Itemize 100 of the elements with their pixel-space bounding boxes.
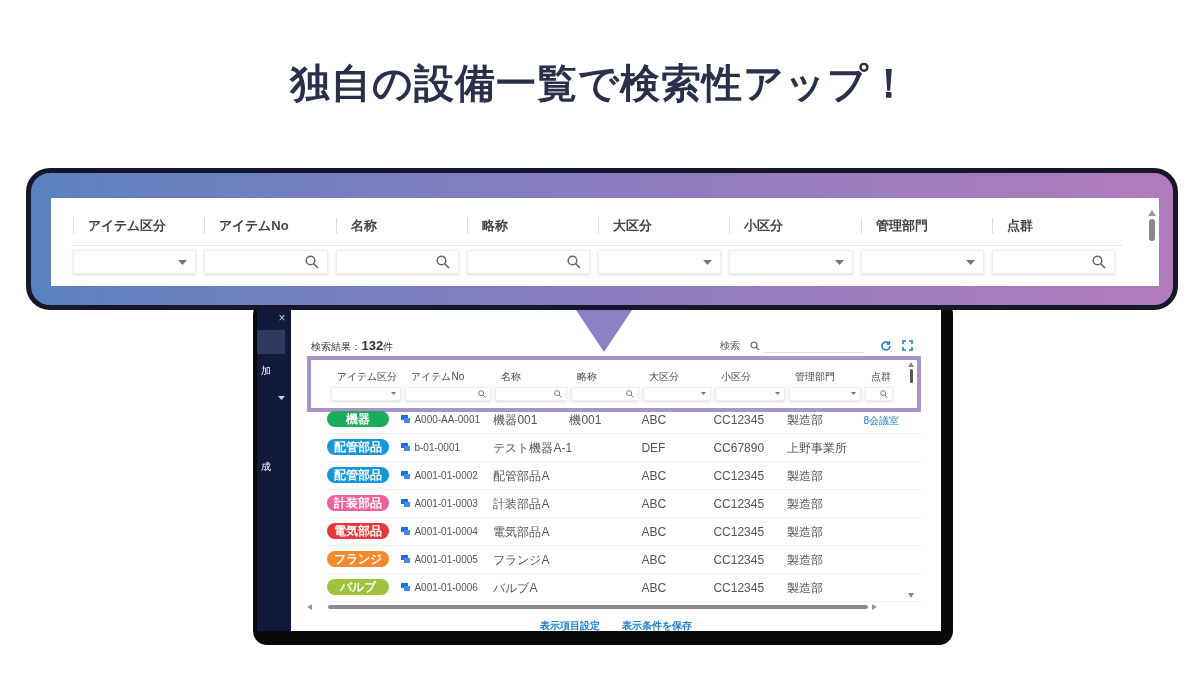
table-cell: 製造部 <box>787 413 824 427</box>
chat-icon[interactable] <box>401 443 411 451</box>
table-cell: 機器001 <box>493 413 538 427</box>
item-number: A001-01-0003 <box>414 496 478 511</box>
table-cell: フランジA <box>493 553 550 567</box>
filter-field[interactable] <box>571 386 640 401</box>
chat-icon[interactable] <box>401 415 411 423</box>
category-badge: フランジ <box>327 551 390 567</box>
search-icon[interactable] <box>554 389 563 398</box>
table-cell: 製造部 <box>787 581 824 595</box>
scroll-right-icon[interactable] <box>872 603 878 610</box>
category-badge: 配管部品 <box>327 467 390 483</box>
category-badge: 計装部品 <box>327 495 390 511</box>
column-header: 大区分 <box>648 369 681 384</box>
table-cell: CC12345 <box>713 469 765 483</box>
table-cell: CC12345 <box>713 525 765 539</box>
search-icon[interactable] <box>567 255 581 269</box>
scroll-up-icon[interactable] <box>1148 210 1156 216</box>
item-number: A001-01-0004 <box>414 524 478 539</box>
search-icon[interactable] <box>1092 255 1106 269</box>
caret-icon[interactable] <box>278 396 286 400</box>
close-icon[interactable]: × <box>278 312 286 324</box>
column-header: 略称 <box>576 369 599 384</box>
table-cell: ABC <box>641 581 667 595</box>
category-badge: 電気部品 <box>327 523 390 539</box>
horizontal-scrollbar[interactable] <box>328 604 869 609</box>
chat-icon[interactable] <box>401 499 411 507</box>
table-cell: 上野事業所 <box>787 441 848 455</box>
filter-field[interactable] <box>991 250 1115 274</box>
item-number: A000-AA-0001 <box>414 412 481 427</box>
filter-field[interactable] <box>495 386 568 401</box>
column-header: アイテム区分 <box>88 216 166 235</box>
table-cell: 機001 <box>569 413 602 427</box>
item-number: A001-01-0005 <box>414 552 478 567</box>
category-badge: バルブ <box>327 579 390 595</box>
footer-link[interactable]: 表示項目設定 <box>540 617 601 633</box>
table-cell: ABC <box>641 525 667 539</box>
scroll-up-icon[interactable] <box>908 361 914 367</box>
table-cell: 製造部 <box>787 525 824 539</box>
column-header: 名称 <box>350 216 377 235</box>
search-icon[interactable] <box>626 389 635 398</box>
table-cell: 配管部品A <box>493 469 550 483</box>
scroll-down-icon[interactable] <box>908 592 914 598</box>
table-cell: CC12345 <box>713 553 765 567</box>
filter-field[interactable] <box>405 386 492 401</box>
table-cell: CC67890 <box>713 441 765 455</box>
table-cell: DEF <box>641 441 666 455</box>
filter-field[interactable] <box>335 250 459 274</box>
item-number: b-01-0001 <box>414 440 461 455</box>
sidebar-item[interactable]: 成 <box>257 454 292 478</box>
headline: 独自の設備一覧で検索性アップ！ <box>290 60 910 107</box>
callout-pointer <box>576 310 632 352</box>
table-cell: CC12345 <box>713 497 765 511</box>
column-header: 点群 <box>1006 216 1033 235</box>
search-icon[interactable] <box>478 389 487 398</box>
search-label: 検索 <box>720 339 740 354</box>
point-cloud-link[interactable]: 8会議室 <box>863 415 899 426</box>
table-cell: 製造部 <box>787 497 824 511</box>
scrollbar-thumb[interactable] <box>1149 219 1155 241</box>
item-number: A001-01-0002 <box>414 468 478 483</box>
category-badge: 機器 <box>327 411 390 427</box>
column-header: 大区分 <box>613 216 652 235</box>
filter-field[interactable] <box>466 250 590 274</box>
scroll-left-icon[interactable] <box>307 603 313 610</box>
table-cell: 計装部品A <box>493 497 550 511</box>
column-header: アイテムNo <box>410 369 466 384</box>
scrollbar-thumb[interactable] <box>909 368 913 383</box>
table-cell: 製造部 <box>787 553 824 567</box>
table-cell: CC12345 <box>713 581 765 595</box>
search-icon[interactable] <box>750 340 760 351</box>
fullscreen-icon[interactable] <box>902 340 913 352</box>
table-cell: バルブA <box>493 581 538 595</box>
column-header: 管理部門 <box>794 369 837 384</box>
search-icon[interactable] <box>304 255 319 269</box>
table-cell: テスト機器A-1 <box>493 441 573 455</box>
table-cell: CC12345 <box>713 413 765 427</box>
sidebar-item[interactable]: 加 <box>257 358 292 382</box>
column-header: 管理部門 <box>875 216 928 235</box>
item-number: A001-01-0006 <box>414 580 478 595</box>
column-header: 小区分 <box>720 369 753 384</box>
search-icon[interactable] <box>435 255 450 269</box>
column-header: アイテムNo <box>219 216 289 235</box>
filter-field[interactable] <box>865 386 893 401</box>
table-cell: 電気部品A <box>493 525 550 539</box>
column-header: 略称 <box>481 216 508 235</box>
column-header: 小区分 <box>744 216 784 235</box>
chat-icon[interactable] <box>401 471 411 479</box>
result-count: 検索結果：132件 <box>311 337 394 355</box>
chat-icon[interactable] <box>401 527 411 535</box>
table-cell: 製造部 <box>787 469 824 483</box>
filter-field[interactable] <box>204 250 328 274</box>
search-icon[interactable] <box>880 389 888 398</box>
refresh-icon[interactable] <box>880 339 892 352</box>
footer-link[interactable]: 表示条件を保存 <box>622 617 693 633</box>
column-header: アイテム区分 <box>336 369 399 384</box>
table-cell: ABC <box>641 497 667 511</box>
chat-icon[interactable] <box>401 555 411 563</box>
table-cell: ABC <box>641 553 667 567</box>
table-cell: ABC <box>641 413 667 427</box>
chat-icon[interactable] <box>401 583 411 591</box>
